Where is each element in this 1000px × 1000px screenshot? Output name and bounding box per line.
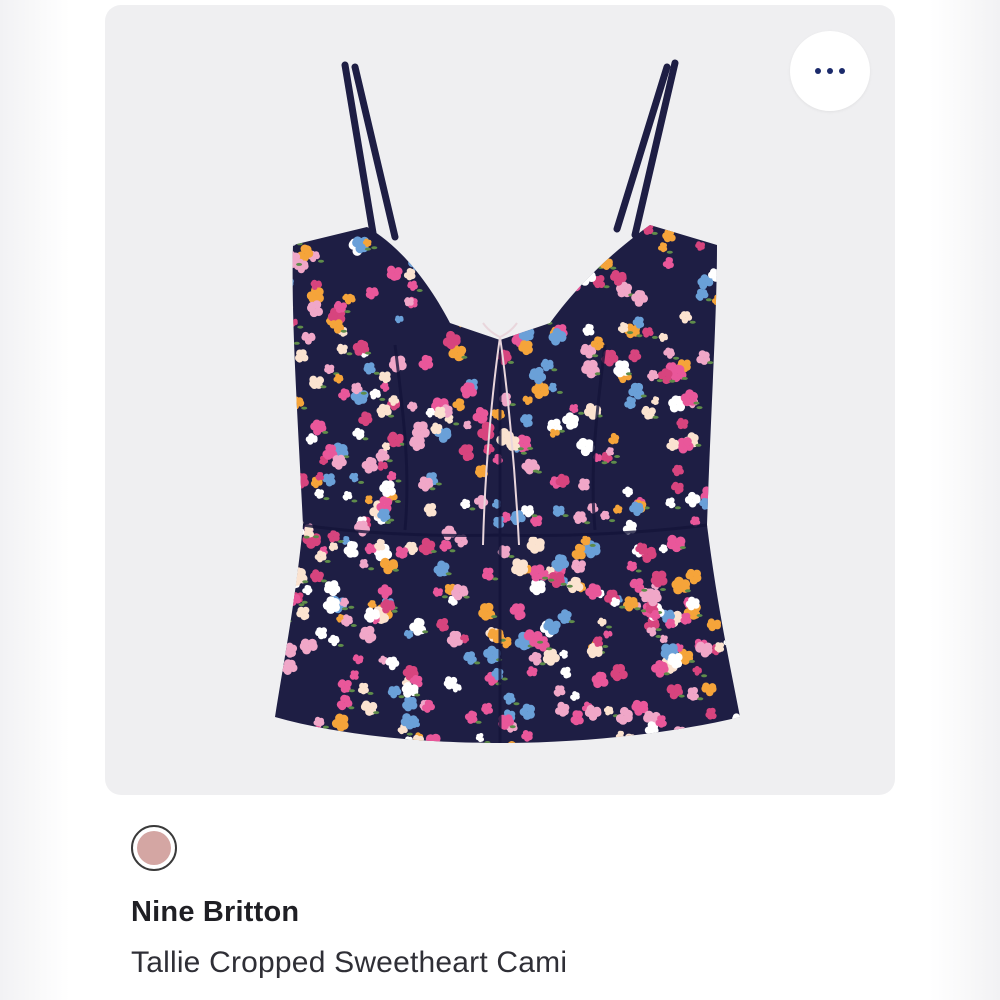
brand-name: Nine Britton: [131, 896, 300, 928]
product-card[interactable]: [105, 5, 895, 795]
floral-cami-image: [275, 59, 740, 743]
ellipsis-icon: [815, 68, 845, 74]
color-swatch[interactable]: [131, 825, 177, 871]
cami-straps: [341, 59, 679, 241]
right-edge-shade: [930, 0, 1000, 1000]
left-edge-shade: [0, 0, 70, 1000]
product-name: Tallie Cropped Sweetheart Cami: [131, 946, 568, 979]
color-swatch-fill: [137, 831, 171, 865]
more-options-button[interactable]: [790, 31, 870, 111]
